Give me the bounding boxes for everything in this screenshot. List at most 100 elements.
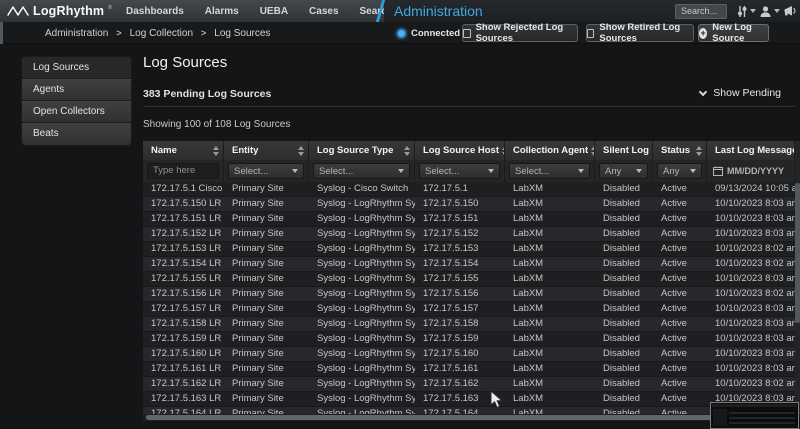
filter-input-name[interactable]: Type here: [147, 163, 219, 179]
cell: Syslog - LogRhythm Syslog Ge...: [309, 272, 415, 286]
column-header-label: Status: [661, 145, 690, 156]
column-header-entity[interactable]: Entity: [224, 141, 309, 160]
breadcrumb-item-log-sources[interactable]: Log Sources: [214, 28, 270, 39]
cell: Active: [653, 272, 707, 286]
cell: 10/10/2023 8:03 am: [707, 212, 795, 226]
cell: Active: [653, 347, 707, 361]
nav-item-ueba[interactable]: UEBA: [260, 6, 288, 17]
cell: Primary Site: [224, 392, 309, 406]
window-edge: [0, 22, 3, 44]
cell: Disabled: [595, 182, 653, 196]
filter-select-entity[interactable]: Select...: [228, 163, 304, 179]
cell: 172.17.5.1 Cisco Swit...: [143, 182, 224, 196]
cell: Primary Site: [224, 332, 309, 346]
table-row[interactable]: 172.17.5.152 LR Sysl...Primary SiteSyslo…: [143, 227, 795, 242]
filter-date-last-log-message[interactable]: MM/DD/YYYY: [711, 163, 790, 179]
column-header-status[interactable]: Status: [653, 141, 707, 160]
nav-item-cases[interactable]: Cases: [309, 6, 338, 17]
logrhythm-logo-icon: [7, 5, 29, 17]
table-header-row: NameEntityLog Source TypeLog Source Host…: [143, 141, 795, 160]
vertical-scrollbar[interactable]: [795, 141, 800, 414]
table-row[interactable]: 172.17.5.156 LR Sysl...Primary SiteSyslo…: [143, 287, 795, 302]
cell: 10/10/2023 8:03 am: [707, 362, 795, 376]
cell: 10/10/2023 8:03 am: [707, 332, 795, 346]
cell: LabXM: [505, 197, 595, 211]
new-log-source-button[interactable]: + New Log Source: [698, 24, 769, 42]
filter-cell: MM/DD/YYYY: [707, 160, 795, 182]
chevron-right-icon: >: [201, 28, 206, 38]
filter-select-log-source-host[interactable]: Select...: [419, 163, 500, 179]
column-header-log-source-type[interactable]: Log Source Type: [309, 141, 415, 160]
table-row[interactable]: 172.17.5.159 LR Sysl...Primary SiteSyslo…: [143, 332, 795, 347]
breadcrumb-item-administration[interactable]: Administration: [45, 28, 108, 39]
sidebar-item-log-sources[interactable]: Log Sources: [22, 57, 131, 79]
table-row[interactable]: 172.17.5.162 LR Sysl...Primary SiteSyslo…: [143, 377, 795, 392]
logo-text: LogRhythm: [33, 4, 104, 18]
sort-icon[interactable]: [213, 146, 219, 156]
cell: 10/10/2023 8:03 am: [707, 272, 795, 286]
table-body: 172.17.5.1 Cisco Swit...Primary SiteSysl…: [143, 182, 795, 414]
sidebar-item-open-collectors[interactable]: Open Collectors: [22, 101, 131, 123]
column-header-label: Last Log Message: [715, 145, 795, 156]
horizontal-scrollbar-thumb[interactable]: [146, 415, 768, 420]
column-header-last-log-message[interactable]: Last Log Message: [707, 141, 795, 160]
sort-icon[interactable]: [696, 146, 702, 156]
cell: Syslog - LogRhythm Syslog Ge...: [309, 302, 415, 316]
filter-select-collection-agent[interactable]: Select...: [509, 163, 590, 179]
table-row[interactable]: 172.17.5.150 LR Sysl...Primary SiteSyslo…: [143, 197, 795, 212]
cell: Syslog - LogRhythm Syslog Ge...: [309, 242, 415, 256]
nav-item-dashboards[interactable]: Dashboards: [126, 6, 184, 17]
filter-select-status[interactable]: Any: [657, 163, 702, 179]
breadcrumb-item-log-collection[interactable]: Log Collection: [130, 28, 193, 39]
filter-select-log-source-type[interactable]: Select...: [313, 163, 410, 179]
sort-icon[interactable]: [298, 146, 304, 156]
cell: Syslog - LogRhythm Syslog Ge...: [309, 392, 415, 406]
cell: 172.17.5.151: [415, 212, 505, 226]
cell: Primary Site: [224, 347, 309, 361]
announcements-button[interactable]: [783, 5, 797, 17]
table-row[interactable]: 172.17.5.164 LR Sysl...Primary SiteSyslo…: [143, 407, 795, 414]
horizontal-scrollbar[interactable]: [143, 414, 795, 421]
sliders-icon: [736, 5, 748, 18]
show-retired-log-sources-button[interactable]: Show Retired Log Sources: [586, 24, 694, 42]
sidebar-item-agents[interactable]: Agents: [22, 79, 131, 101]
table-row[interactable]: 172.17.5.160 LR Sysl...Primary SiteSyslo…: [143, 347, 795, 362]
table-row[interactable]: 172.17.5.161 LR Sysl...Primary SiteSyslo…: [143, 362, 795, 377]
global-search-input[interactable]: Search...: [675, 4, 727, 19]
sidebar-item-beats[interactable]: Beats: [22, 123, 131, 145]
table-row[interactable]: 172.17.5.163 LR Sysl...Primary SiteSyslo…: [143, 392, 795, 407]
connected-label: Connected: [411, 28, 460, 39]
action-toolbar: Administration > Log Collection > Log Source…: [0, 22, 800, 44]
cell: Primary Site: [224, 182, 309, 196]
nav-item-alarms[interactable]: Alarms: [205, 6, 239, 17]
cell: 172.17.5.153 LR Sysl...: [143, 242, 224, 256]
log-sources-table: NameEntityLog Source TypeLog Source Host…: [143, 141, 795, 414]
column-header-log-source-host[interactable]: Log Source Host: [415, 141, 505, 160]
table-row[interactable]: 172.17.5.157 LR Sysl...Primary SiteSyslo…: [143, 302, 795, 317]
cell: Disabled: [595, 317, 653, 331]
logrhythm-logo[interactable]: LogRhythm ®: [7, 0, 112, 22]
chevron-right-icon: >: [116, 28, 121, 38]
cell: 10/10/2023 8:03 am: [707, 197, 795, 211]
table-row[interactable]: 172.17.5.155 LR Sysl...Primary SiteSyslo…: [143, 272, 795, 287]
column-header-name[interactable]: Name: [143, 141, 224, 160]
table-row[interactable]: 172.17.5.158 LR Sysl...Primary SiteSyslo…: [143, 317, 795, 332]
vertical-scrollbar-thumb[interactable]: [795, 183, 800, 323]
filter-select-silent-log-s[interactable]: Any: [599, 163, 648, 179]
table-row[interactable]: 172.17.5.153 LR Sysl...Primary SiteSyslo…: [143, 242, 795, 257]
nav-item-administration[interactable]: Administration: [394, 0, 483, 22]
column-header-silent-log-s[interactable]: Silent Log S...: [595, 141, 653, 160]
column-header-collection-agent[interactable]: Collection Agent: [505, 141, 595, 160]
table-row[interactable]: 172.17.5.151 LR Sysl...Primary SiteSyslo…: [143, 212, 795, 227]
cell: Disabled: [595, 257, 653, 271]
filter-settings-menu[interactable]: [736, 5, 756, 18]
cell: Disabled: [595, 287, 653, 301]
sort-icon[interactable]: [404, 146, 410, 156]
show-rejected-log-sources-button[interactable]: Show Rejected Log Sources: [462, 24, 578, 42]
table-row[interactable]: 172.17.5.154 LR Sysl...Primary SiteSyslo…: [143, 257, 795, 272]
user-menu[interactable]: [759, 5, 780, 18]
mouse-cursor: [490, 390, 503, 409]
table-row[interactable]: 172.17.5.1 Cisco Swit...Primary SiteSysl…: [143, 182, 795, 197]
cell: Primary Site: [224, 377, 309, 391]
show-pending-toggle[interactable]: Show Pending: [700, 87, 781, 99]
